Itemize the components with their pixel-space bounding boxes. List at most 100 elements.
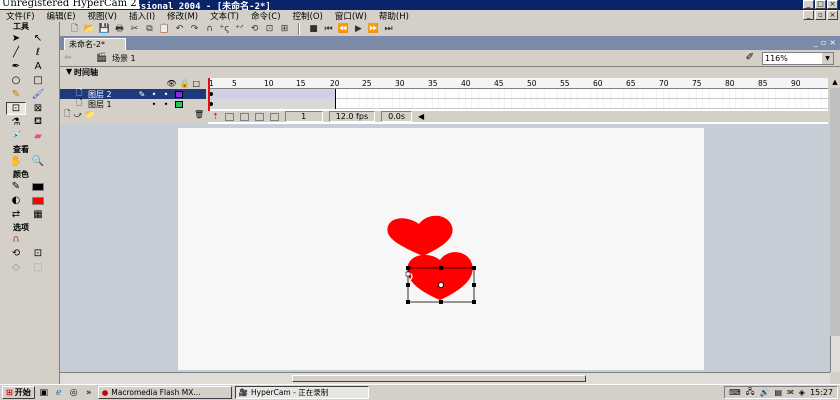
lock-icon[interactable]: 🔒: [179, 79, 189, 88]
close-button[interactable]: ×: [827, 0, 838, 9]
edit-symbols-icon[interactable]: ✐: [746, 52, 754, 63]
frame-span[interactable]: [208, 99, 336, 109]
visibility-dot[interactable]: •: [148, 100, 160, 109]
task-hypercam[interactable]: 🎥 HyperCam - 正在录制: [234, 386, 369, 399]
stage-hscroll[interactable]: [60, 372, 830, 384]
pencil-tool-icon[interactable]: ✎: [6, 88, 26, 101]
doc-tab-minimize-icon[interactable]: _: [814, 38, 818, 47]
center-frame-icon[interactable]: ⇡: [212, 112, 219, 121]
layer-color-box[interactable]: [175, 100, 183, 108]
lasso-tool-icon[interactable]: ℓ: [28, 46, 48, 59]
arrow-tool-icon[interactable]: ➤: [6, 32, 26, 45]
zoom-tool-icon[interactable]: 🔍: [28, 155, 48, 168]
network-icon[interactable]: 🖧: [746, 386, 755, 400]
antivirus-icon[interactable]: ◈: [799, 388, 805, 397]
frame-span[interactable]: [208, 89, 336, 99]
smooth-icon[interactable]: ⁺ς: [218, 22, 231, 35]
redo-icon[interactable]: ↷: [188, 22, 201, 35]
eye-icon[interactable]: 👁: [166, 79, 176, 88]
stroke-color-swatch[interactable]: [28, 180, 48, 193]
scene-label[interactable]: 场景 1: [112, 53, 136, 64]
doc-restore-button[interactable]: ▫: [815, 10, 826, 20]
pen-tool-icon[interactable]: ✒: [6, 60, 26, 73]
task-flash[interactable]: ● Macromedia Flash MX...: [97, 386, 232, 399]
go-end-icon[interactable]: ⏭: [382, 22, 395, 35]
rect-tool-icon[interactable]: □: [28, 74, 48, 87]
paste-icon[interactable]: 📋: [158, 22, 171, 35]
new-file-icon[interactable]: 🗋: [68, 22, 81, 35]
open-folder-icon[interactable]: 📂: [83, 22, 96, 35]
default-colors-icon[interactable]: ▦: [28, 208, 48, 221]
eyedropper-tool-icon[interactable]: 💉: [6, 130, 26, 143]
minimize-button[interactable]: _: [803, 0, 814, 9]
document-tab[interactable]: 未命名-2*: [64, 38, 126, 50]
start-button[interactable]: ⊞ 开始: [2, 386, 35, 399]
subselect-tool-icon[interactable]: ↖: [28, 32, 48, 45]
scale-icon[interactable]: ⊡: [263, 22, 276, 35]
play-icon[interactable]: ▶: [352, 22, 365, 35]
oval-tool-icon[interactable]: ○: [6, 74, 26, 87]
stage[interactable]: [178, 128, 704, 370]
doc-tab-restore-icon[interactable]: ▫: [821, 38, 826, 47]
quicklaunch-more-icon[interactable]: »: [83, 388, 95, 398]
cut-icon[interactable]: ✂: [128, 22, 141, 35]
hscroll-thumb[interactable]: [292, 375, 586, 382]
snap-to-objects-icon[interactable]: ∩: [6, 233, 26, 246]
scroll-left-icon[interactable]: ◀: [418, 112, 424, 121]
ime-icon[interactable]: ▤: [775, 388, 783, 397]
desktop-icon[interactable]: ▣: [38, 388, 50, 398]
ie-icon[interactable]: ℯ: [53, 388, 65, 398]
onion-skin-icon[interactable]: [224, 112, 234, 121]
add-layer-icon[interactable]: 🗋: [64, 108, 70, 122]
stroke-color-icon[interactable]: ✎: [6, 180, 26, 193]
rewind-icon[interactable]: ⏮: [322, 22, 335, 35]
visibility-dot[interactable]: •: [148, 90, 160, 99]
align-icon[interactable]: ⊞: [278, 22, 291, 35]
volume-icon[interactable]: 🔊: [760, 388, 770, 397]
brush-tool-icon[interactable]: 🖌: [28, 88, 48, 101]
lock-dot[interactable]: •: [160, 100, 172, 109]
save-icon[interactable]: 💾: [98, 22, 111, 35]
snap-magnet-icon[interactable]: ∩: [203, 22, 216, 35]
mail-icon[interactable]: ✉: [787, 388, 794, 397]
paint-bucket-tool-icon[interactable]: ⛾: [28, 116, 48, 129]
scale-option-icon[interactable]: ⊡: [28, 247, 48, 260]
distort-icon[interactable]: ◇: [6, 261, 26, 274]
layer1-frames[interactable]: [208, 99, 828, 109]
keyboard-icon[interactable]: ⌨: [729, 388, 741, 397]
onion-markers-icon[interactable]: [269, 112, 279, 121]
step-back-icon[interactable]: ⏪: [337, 22, 350, 35]
rotate-icon[interactable]: ⟲: [248, 22, 261, 35]
stop-icon[interactable]: ■: [307, 22, 320, 35]
doc-tab-close-icon[interactable]: ×: [829, 38, 836, 47]
undo-icon[interactable]: ↶: [173, 22, 186, 35]
rotate-skew-icon[interactable]: ⟲: [6, 247, 26, 260]
add-folder-icon[interactable]: 📁: [85, 110, 95, 119]
doc-close-button[interactable]: ×: [827, 10, 838, 20]
line-tool-icon[interactable]: ╱: [6, 46, 26, 59]
lock-dot[interactable]: •: [160, 90, 172, 99]
collapse-triangle-icon[interactable]: ▼: [66, 67, 72, 76]
layer-color-box[interactable]: [175, 90, 183, 98]
straighten-icon[interactable]: ⁺ᐟ: [233, 22, 246, 35]
doc-minimize-button[interactable]: _: [803, 10, 814, 20]
frames-grid[interactable]: 1 5 10 15 20 25 30 35 40 45 50 55 60 65 …: [208, 78, 828, 124]
onion-outline-icon[interactable]: [239, 112, 249, 121]
outline-icon[interactable]: □: [192, 79, 200, 88]
print-icon[interactable]: 🖶: [113, 22, 126, 35]
media-icon[interactable]: ◎: [68, 388, 80, 398]
free-transform-tool-icon[interactable]: ⊡: [6, 102, 26, 115]
add-guide-icon[interactable]: ⤻: [73, 110, 82, 120]
eraser-tool-icon[interactable]: ▰: [28, 130, 48, 143]
delete-layer-icon[interactable]: 🗑: [194, 110, 204, 119]
zoom-select[interactable]: 116%: [762, 52, 834, 65]
right-panel-edge[interactable]: [830, 88, 840, 336]
hand-tool-icon[interactable]: ✋: [6, 155, 26, 168]
ink-bottle-tool-icon[interactable]: ⚗: [6, 116, 26, 129]
step-forward-icon[interactable]: ⏩: [367, 22, 380, 35]
edit-multiple-icon[interactable]: [254, 112, 264, 121]
menu-file[interactable]: 文件(F): [0, 10, 41, 22]
layer-row[interactable]: 🗋 图层 1 • •: [60, 98, 206, 109]
layer2-frames[interactable]: [208, 89, 828, 99]
back-arrow-icon[interactable]: ⇦: [64, 53, 72, 63]
